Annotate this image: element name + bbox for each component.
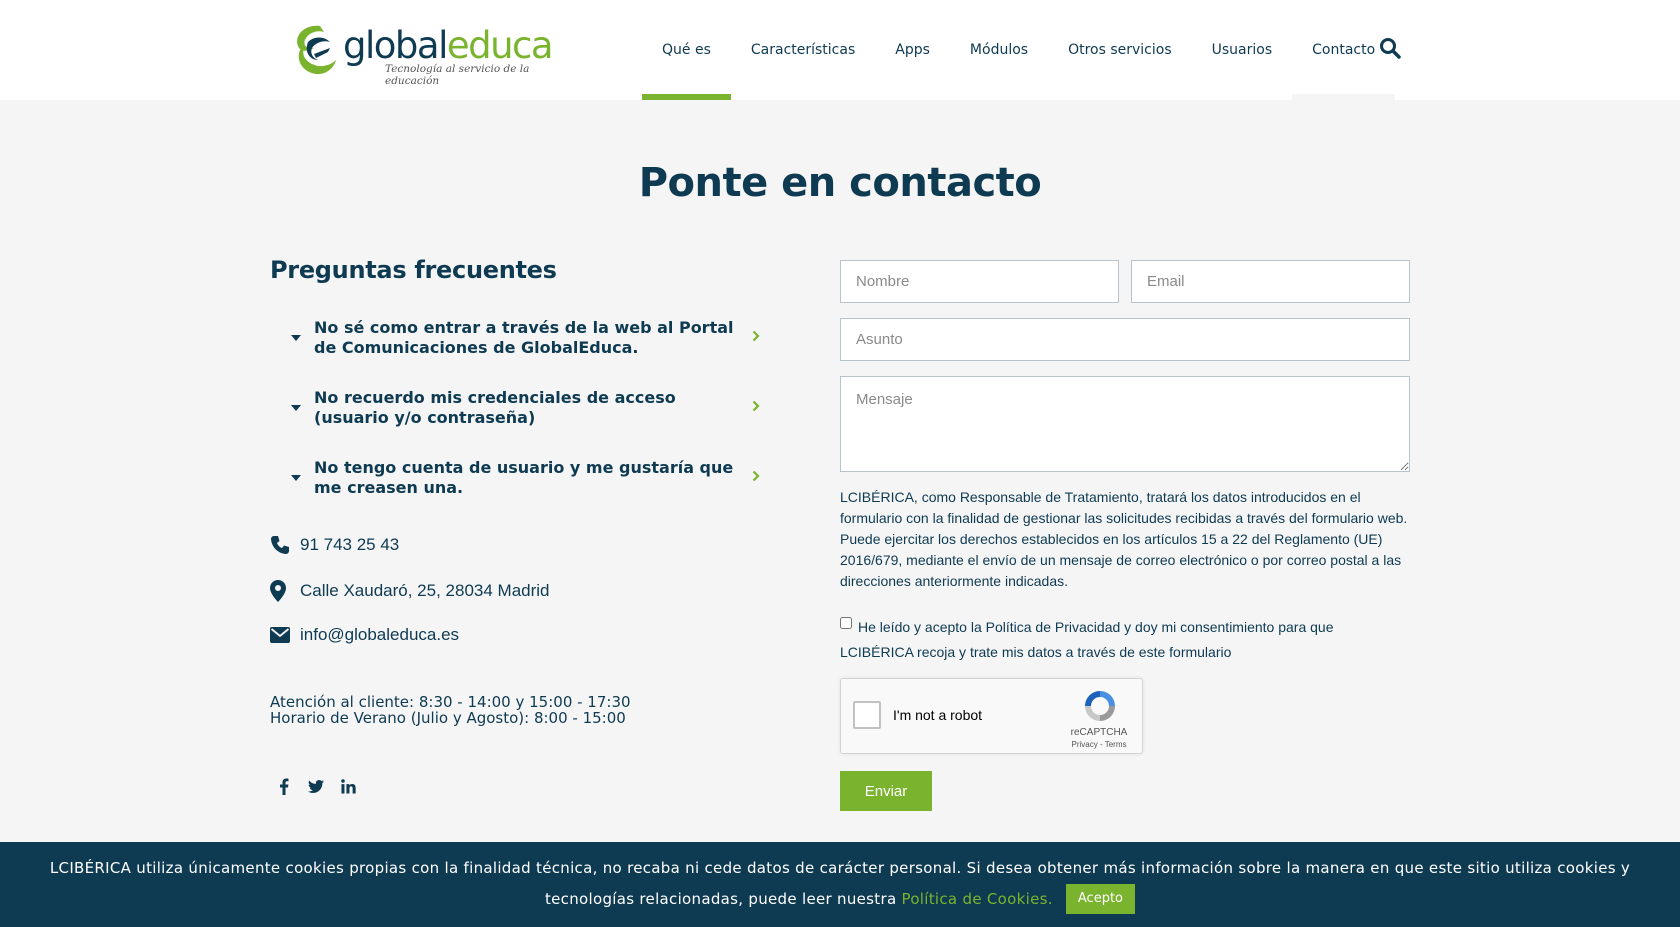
globaleduca-logo[interactable]: globaleduca Tecnología al servicio de la…: [290, 20, 554, 87]
subject-field[interactable]: [840, 318, 1410, 361]
hours-line: Atención al cliente: 8:30 - 14:00 y 15:0…: [270, 693, 631, 711]
phone-icon: [270, 535, 300, 555]
logo-tagline: Tecnología al servicio de la educación: [385, 63, 530, 87]
recaptcha-label: I'm not a robot: [893, 707, 983, 723]
nav-item-que-es[interactable]: Qué es: [642, 0, 731, 100]
nav-item-apps[interactable]: Apps: [875, 0, 950, 100]
cookie-text: LCIBÉRICA utiliza únicamente cookies pro…: [49, 859, 1631, 908]
caret-down-icon: [290, 404, 314, 412]
contact-email: info@globaleduca.es: [270, 625, 459, 645]
nav-item-modulos[interactable]: Módulos: [950, 0, 1048, 100]
map-marker-icon: [270, 580, 300, 602]
faq-question: No tengo cuenta de usuario y me gustaría…: [314, 458, 734, 497]
faq-question: No recuerdo mis credenciales de acceso (…: [314, 388, 676, 427]
faq-item[interactable]: No tengo cuenta de usuario y me gustaría…: [290, 458, 770, 498]
nav-item-usuarios[interactable]: Usuarios: [1192, 0, 1293, 100]
consent-label: He leído y acepto la Política de Privaci…: [840, 619, 1334, 660]
linkedin-icon[interactable]: [340, 776, 356, 796]
cookie-policy-link[interactable]: Política de Cookies.: [902, 890, 1053, 908]
message-field[interactable]: [840, 376, 1410, 472]
legal-notice: LCIBÉRICA, como Responsable de Tratamien…: [840, 489, 1408, 589]
contact-phone: 91 743 25 43: [270, 535, 399, 555]
address-text: Calle Xaudaró, 25, 28034 Madrid: [300, 581, 550, 600]
chevron-right-icon: [752, 469, 760, 487]
recaptcha-logo-icon: [1085, 691, 1115, 721]
email-field[interactable]: [1131, 260, 1410, 303]
accept-cookies-button[interactable]: Acepto: [1065, 883, 1136, 914]
recaptcha-links[interactable]: Privacy - Terms: [1059, 740, 1139, 749]
logo-wordmark: globaleduca: [343, 24, 554, 67]
recaptcha-brand: reCAPTCHA: [1070, 727, 1128, 738]
envelope-icon: [270, 627, 300, 643]
facebook-icon[interactable]: [276, 776, 292, 796]
recaptcha-checkbox[interactable]: [853, 701, 881, 729]
opening-hours: Atención al cliente: 8:30 - 14:00 y 15:0…: [270, 694, 631, 726]
faq-title: Preguntas frecuentes: [270, 256, 557, 284]
send-button[interactable]: Enviar: [840, 771, 932, 811]
chevron-right-icon: [752, 329, 760, 347]
search-icon[interactable]: [1378, 36, 1402, 60]
nav-item-otros-servicios[interactable]: Otros servicios: [1048, 0, 1192, 100]
faq-question: No sé como entrar a través de la web al …: [314, 318, 734, 357]
email-link[interactable]: info@globaleduca.es: [300, 625, 459, 645]
twitter-icon[interactable]: [308, 776, 324, 796]
name-field[interactable]: [840, 260, 1119, 303]
consent-checkbox[interactable]: [840, 617, 852, 629]
caret-down-icon: [290, 334, 314, 342]
recaptcha-widget: I'm not a robot reCAPTCHA Privacy - Term…: [840, 678, 1143, 754]
hours-line: Horario de Verano (Julio y Agosto): 8:00…: [270, 709, 626, 727]
logo-mark-icon: [297, 25, 336, 75]
chevron-right-icon: [752, 399, 760, 417]
contact-address: Calle Xaudaró, 25, 28034 Madrid: [270, 580, 550, 602]
faq-item[interactable]: No sé como entrar a través de la web al …: [290, 318, 770, 358]
nav-item-caracteristicas[interactable]: Características: [731, 0, 875, 100]
faq-item[interactable]: No recuerdo mis credenciales de acceso (…: [290, 388, 770, 428]
site-header: globaleduca Tecnología al servicio de la…: [0, 0, 1680, 100]
phone-number[interactable]: 91 743 25 43: [300, 535, 399, 555]
main-nav: Qué es Características Apps Módulos Otro…: [642, 0, 1396, 100]
cookie-banner: LCIBÉRICA utiliza únicamente cookies pro…: [0, 842, 1680, 927]
caret-down-icon: [290, 474, 314, 482]
page-title: Ponte en contacto: [638, 160, 1042, 206]
social-links: [276, 776, 356, 796]
